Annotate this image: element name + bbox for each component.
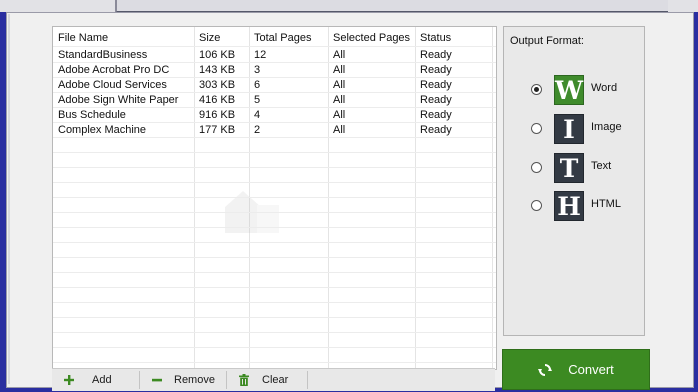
table-cell-file-name[interactable]: Adobe Acrobat Pro DC bbox=[53, 63, 194, 78]
table-cell-file-name[interactable]: Complex Machine bbox=[53, 123, 194, 138]
row-divider bbox=[53, 227, 496, 228]
minus-icon bbox=[152, 378, 162, 382]
table-cell-selected-pages: All bbox=[333, 124, 346, 136]
row-divider bbox=[53, 122, 496, 123]
html-icon: H bbox=[554, 191, 584, 221]
row-divider bbox=[53, 167, 496, 168]
text-icon: T bbox=[554, 153, 584, 183]
table-cell-total-pages: 6 bbox=[254, 79, 261, 91]
table-cell-total-pages: 2 bbox=[254, 124, 261, 136]
table-cell-size: 143 KB bbox=[199, 64, 236, 76]
word-icon: W bbox=[554, 75, 584, 105]
header-divider bbox=[53, 46, 496, 47]
table-cell-selected-pages: All bbox=[333, 49, 346, 61]
output-format-panel: Output Format: W Word I Image T Text H H… bbox=[503, 26, 645, 336]
format-option-word[interactable]: W Word bbox=[531, 75, 641, 105]
table-cell-total-pages: 4 bbox=[254, 109, 261, 121]
image-icon: I bbox=[554, 114, 584, 144]
toolbar-divider bbox=[307, 371, 308, 389]
trash-icon bbox=[239, 374, 249, 386]
table-cell-status: Ready bbox=[420, 109, 452, 121]
table-cell-size: 416 KB bbox=[199, 94, 236, 106]
remove-button[interactable]: Remove bbox=[152, 371, 215, 389]
word-radio[interactable] bbox=[531, 84, 542, 95]
row-divider bbox=[53, 332, 496, 333]
table-cell-size: 303 KB bbox=[199, 79, 236, 91]
table-cell-status: Ready bbox=[420, 49, 452, 61]
table-cell-selected-pages: All bbox=[333, 64, 346, 76]
plus-icon bbox=[64, 375, 74, 385]
add-button[interactable]: Add bbox=[64, 371, 112, 389]
table-cell-status: Ready bbox=[420, 79, 452, 91]
row-divider bbox=[53, 257, 496, 258]
format-option-text[interactable]: T Text bbox=[531, 153, 641, 183]
table-cell-total-pages: 5 bbox=[254, 94, 261, 106]
column-header-file-name[interactable]: File Name bbox=[53, 30, 194, 46]
row-divider bbox=[53, 197, 496, 198]
table-cell-selected-pages: All bbox=[333, 79, 346, 91]
row-divider bbox=[53, 272, 496, 273]
column-header-selected-pages[interactable]: Selected Pages bbox=[328, 30, 415, 46]
column-header-status[interactable]: Status bbox=[415, 30, 492, 46]
convert-label: Convert bbox=[568, 362, 614, 377]
table-cell-file-name[interactable]: Adobe Sign White Paper bbox=[53, 93, 194, 108]
html-label: HTML bbox=[591, 198, 621, 210]
row-divider bbox=[53, 212, 496, 213]
table-cell-total-pages: 3 bbox=[254, 64, 261, 76]
table-cell-status: Ready bbox=[420, 94, 452, 106]
table-cell-file-name[interactable]: StandardBusiness bbox=[53, 48, 194, 63]
row-divider bbox=[53, 137, 496, 138]
image-label: Image bbox=[591, 121, 622, 133]
row-divider bbox=[53, 287, 496, 288]
text-radio[interactable] bbox=[531, 162, 542, 173]
toolbar-divider bbox=[139, 371, 140, 389]
refresh-icon bbox=[538, 363, 553, 376]
row-divider bbox=[53, 152, 496, 153]
row-divider bbox=[53, 107, 496, 108]
add-label: Add bbox=[92, 374, 112, 386]
clear-button[interactable]: Clear bbox=[238, 371, 288, 389]
table-cell-file-name[interactable]: Adobe Cloud Services bbox=[53, 78, 194, 93]
remove-label: Remove bbox=[174, 374, 215, 386]
table-cell-size: 916 KB bbox=[199, 109, 236, 121]
text-label: Text bbox=[591, 160, 612, 172]
output-format-title: Output Format: bbox=[510, 35, 584, 47]
format-option-html[interactable]: H HTML bbox=[531, 191, 641, 221]
convert-button[interactable]: Convert bbox=[502, 349, 650, 390]
row-divider bbox=[53, 347, 496, 348]
table-header: File Name Size Total Pages Selected Page… bbox=[53, 27, 496, 45]
row-divider bbox=[53, 182, 496, 183]
image-radio[interactable] bbox=[531, 123, 542, 134]
table-cell-status: Ready bbox=[420, 124, 452, 136]
row-divider bbox=[53, 77, 496, 78]
window-edge bbox=[8, 14, 10, 384]
row-divider bbox=[53, 317, 496, 318]
word-label: Word bbox=[591, 82, 618, 94]
html-radio[interactable] bbox=[531, 200, 542, 211]
table-cell-size: 106 KB bbox=[199, 49, 236, 61]
file-toolbar: Add Remove Clear bbox=[52, 368, 495, 391]
column-header-size[interactable]: Size bbox=[194, 30, 249, 46]
toolbar-divider bbox=[226, 371, 227, 389]
row-divider bbox=[53, 92, 496, 93]
clear-label: Clear bbox=[262, 374, 289, 386]
column-header-total-pages[interactable]: Total Pages bbox=[249, 30, 328, 46]
table-cell-file-name[interactable]: Bus Schedule bbox=[53, 108, 194, 123]
row-divider bbox=[53, 302, 496, 303]
row-divider bbox=[53, 62, 496, 63]
table-cell-selected-pages: All bbox=[333, 94, 346, 106]
table-cell-selected-pages: All bbox=[333, 109, 346, 121]
file-list-table[interactable]: File Name Size Total Pages Selected Page… bbox=[52, 26, 497, 370]
table-cell-total-pages: 12 bbox=[254, 49, 267, 61]
table-cell-status: Ready bbox=[420, 64, 452, 76]
table-cell-size: 177 KB bbox=[199, 124, 236, 136]
row-divider bbox=[53, 362, 496, 363]
format-option-image[interactable]: I Image bbox=[531, 114, 641, 144]
row-divider bbox=[53, 242, 496, 243]
